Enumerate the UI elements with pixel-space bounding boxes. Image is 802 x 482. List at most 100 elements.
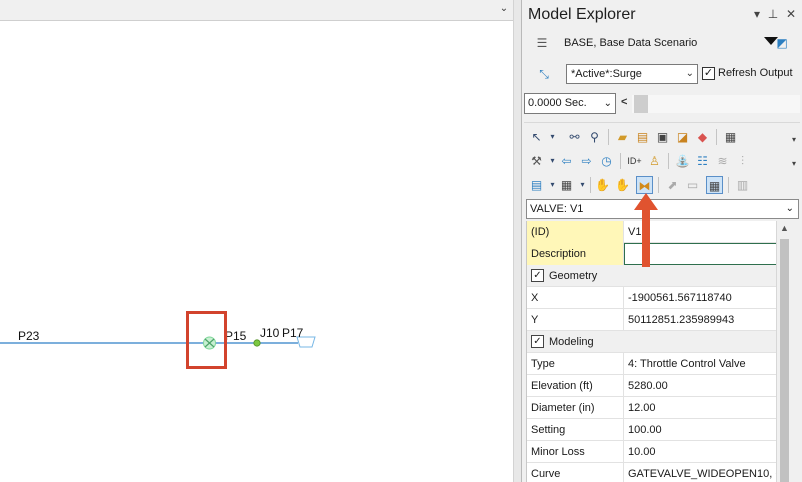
alternative-icon[interactable]: ⤡ [536,66,552,82]
explorer-toolbar: ↖ ▾ ⚯ ⚲ ▰ ▤ ▣ ◪ ◆ ▦ ▾ ⚒ ▾ ⇦ ⇨ ◷ ID+ ♙ ⛲ … [524,122,800,200]
model-explorer-panel: Model Explorer ▾ ⊥ ✕ ☰ BASE, Base Data S… [522,0,802,482]
eraser-icon[interactable]: ◆ [694,128,711,146]
chevron-down-icon[interactable]: ▾ [574,176,591,194]
property-row-elevation: Elevation (ft) 5280.00 [527,375,777,397]
property-grid-scrollbar[interactable]: ▲ [776,221,792,482]
annotation-arrow-icon [634,193,658,267]
export-icon[interactable]: ▤ [634,128,651,146]
calendar-view-button[interactable]: ▦ [706,176,723,194]
scenario-row: ☰ BASE, Base Data Scenario ◩ [528,30,796,56]
category-label: Modeling [549,336,594,348]
label-p23: P23 [18,329,40,343]
zoom-icon[interactable]: ⚲ [586,128,603,146]
select-pointer-icon[interactable]: ↖ [528,128,545,146]
report-icon[interactable]: ▦ [722,128,739,146]
property-value-diameter[interactable]: 12.00 [624,397,777,419]
property-value-y[interactable]: 50112851.235989943 [624,309,777,331]
sliders-icon[interactable]: ☷ [694,152,711,170]
drawing-canvas[interactable]: ⌄ P23 P15 J10 P17 [0,0,513,482]
refresh-output-checkbox[interactable]: ✓ [702,67,715,80]
property-name: (ID) [527,221,624,243]
panel-title: Model Explorer [528,6,636,23]
time-slider-thumb[interactable] [634,95,648,113]
property-row-type: Type 4: Throttle Control Valve [527,353,777,375]
scenario-value: BASE, Base Data Scenario [564,37,698,49]
scale-icon[interactable]: ⫶ [734,152,751,170]
pipe-tool-icon[interactable]: ⬈ [664,176,681,194]
column-chart-icon[interactable]: ▥ [734,176,751,194]
network-drawing[interactable]: P23 P15 J10 P17 [0,0,513,482]
person-icon[interactable]: ♙ [646,152,663,170]
scrollbar-thumb[interactable] [780,239,789,482]
forward-arrow-icon[interactable]: ⇨ [578,152,595,170]
hammer-icon[interactable]: ⚒ [528,152,545,170]
faucet-icon[interactable]: ⛲ [674,152,691,170]
time-dropdown[interactable]: 0.0000 Sec. ⌄ [524,93,616,114]
stack-icon[interactable]: ▭ [684,176,701,194]
chevron-down-icon[interactable]: ⌄ [786,200,794,218]
scenario-icon[interactable]: ☰ [534,35,550,51]
property-name: Diameter (in) [527,397,624,419]
chevron-down-icon[interactable]: ▾ [544,128,561,146]
binoculars-icon[interactable]: ⚯ [566,128,583,146]
toolbar-overflow-icon[interactable]: ▾ [792,159,796,168]
property-row-y: Y 50112851.235989943 [527,309,777,331]
isolate-element-button[interactable]: ⧓ [636,176,653,194]
toolbar-separator [716,129,717,145]
property-name: Type [527,353,624,375]
toolbar-row-2: ⚒ ▾ ⇦ ⇨ ◷ ID+ ♙ ⛲ ☷ ≋ ⫶ ▾ [526,149,798,173]
application-window: ⌄ P23 P15 J10 P17 Model Explorer ▾ ⊥ ✕ ☰… [0,0,802,482]
chevron-down-icon[interactable]: ⌄ [604,94,612,113]
time-slider[interactable] [632,95,800,113]
close-icon[interactable]: ✕ [784,6,798,22]
grid-icon[interactable]: ▦ [558,176,575,194]
filter-icon[interactable]: ≋ [714,152,731,170]
property-name: Setting [527,419,624,441]
property-row-curve: Curve GATEVALVE_WIDEOPEN10, Ga [527,463,777,482]
chevron-down-icon[interactable]: ▾ [750,6,764,22]
pin-icon[interactable]: ⊥ [766,6,780,22]
back-arrow-icon[interactable]: ⇦ [558,152,575,170]
hand-add-icon[interactable]: ✋ [594,176,611,194]
chevron-left-icon[interactable]: < [621,96,627,108]
chevron-up-icon[interactable]: ▲ [780,223,789,233]
property-row-x: X -1900561.567118740 [527,287,777,309]
toolbar-overflow-icon[interactable]: ▾ [792,135,796,144]
category-toggle[interactable]: ✓ [531,335,544,348]
alternative-row: ⤡ *Active*:Surge ⌄ ✓ Refresh Output [528,62,800,86]
element-selector-dropdown[interactable]: VALVE: V1 ⌄ [526,199,799,219]
open-folder-icon[interactable]: ▰ [614,128,631,146]
scenario-dropdown[interactable]: BASE, Base Data Scenario [558,33,778,53]
category-toggle[interactable]: ✓ [531,269,544,282]
add-id-icon[interactable]: ID+ [626,152,643,170]
property-name: Curve [527,463,624,482]
toolbar-row-1: ↖ ▾ ⚯ ⚲ ▰ ▤ ▣ ◪ ◆ ▦ ▾ [526,125,798,149]
junction-j10-icon[interactable] [253,339,261,347]
property-value-curve[interactable]: GATEVALVE_WIDEOPEN10, Ga [624,463,777,482]
scenario-manager-icon[interactable]: ◩ [774,35,790,51]
property-name: Y [527,309,624,331]
label-j10: J10 [260,326,280,340]
property-value-minor-loss[interactable]: 10.00 [624,441,777,463]
property-value-setting[interactable]: 100.00 [624,419,777,441]
chevron-down-icon[interactable]: ⌄ [686,65,694,83]
hand-remove-icon[interactable]: ✋ [614,176,631,194]
property-name: Minor Loss [527,441,624,463]
valve-highlight-box [186,311,227,369]
property-value-type[interactable]: 4: Throttle Control Valve [624,353,777,375]
table-view-icon[interactable]: ▤ [528,176,545,194]
category-modeling[interactable]: ✓ Modeling [527,331,777,353]
toolbar-separator [590,177,591,193]
load-icon[interactable]: ◪ [674,128,691,146]
property-value-elevation[interactable]: 5280.00 [624,375,777,397]
property-value-x[interactable]: -1900561.567118740 [624,287,777,309]
save-icon[interactable]: ▣ [654,128,671,146]
canvas-vertical-scrollbar[interactable] [513,0,521,482]
toolbar-separator [728,177,729,193]
history-icon[interactable]: ◷ [598,152,615,170]
toolbar-separator [608,129,609,145]
toolbar-row-3: ▤ ▾ ▦ ▾ ✋ ✋ ⧓ ⬈ ▭ ▦ ▥ [526,173,798,197]
property-name: Elevation (ft) [527,375,624,397]
toolbar-separator [620,153,621,169]
alternative-dropdown[interactable]: *Active*:Surge ⌄ [566,64,698,84]
